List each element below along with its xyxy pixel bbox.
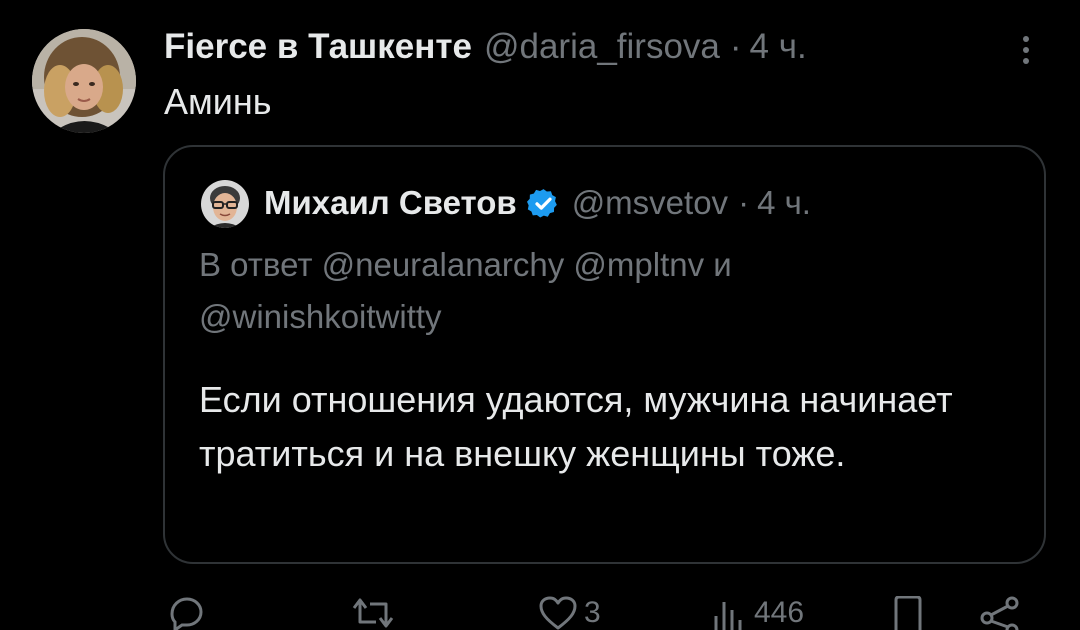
author-handle[interactable]: @daria_firsova xyxy=(484,27,720,67)
tweet-header: Fierce в Ташкенте @daria_firsova · 4 ч. xyxy=(164,24,807,70)
views-button[interactable]: 446 xyxy=(712,596,804,630)
bookmark-icon xyxy=(890,596,926,630)
bookmark-button[interactable] xyxy=(890,596,926,630)
quote-author-name[interactable]: Михаил Светов xyxy=(264,184,517,222)
view-count: 446 xyxy=(754,596,805,629)
tweet-text: Аминь xyxy=(164,81,272,122)
like-button[interactable]: 3 xyxy=(538,596,601,630)
retweet-icon xyxy=(350,596,396,630)
tweet-timestamp[interactable]: 4 ч. xyxy=(750,27,807,67)
quoted-tweet-card[interactable]: Михаил Светов @msvetov · 4 ч. В ответ @n… xyxy=(163,145,1046,564)
share-icon xyxy=(978,596,1022,630)
separator-dot: · xyxy=(738,184,750,221)
more-icon[interactable] xyxy=(1010,30,1042,70)
like-icon xyxy=(538,596,578,630)
share-button[interactable] xyxy=(978,596,1022,630)
like-count: 3 xyxy=(584,596,601,629)
action-bar: 3 446 xyxy=(0,596,1080,630)
reply-icon xyxy=(166,596,206,630)
quote-timestamp[interactable]: 4 ч. xyxy=(757,184,811,222)
quote-author-avatar[interactable] xyxy=(201,180,249,228)
reply-button[interactable] xyxy=(166,596,212,630)
reply-to-line: В ответ @neuralanarchy @mpltnv и @winish… xyxy=(199,246,732,335)
retweet-button[interactable] xyxy=(350,596,402,630)
quote-author-handle[interactable]: @msvetov xyxy=(572,184,728,222)
author-name[interactable]: Fierce в Ташкенте xyxy=(164,27,472,67)
author-avatar[interactable] xyxy=(32,29,136,133)
separator-dot: · xyxy=(729,27,742,66)
quote-header: Михаил Светов @msvetov · 4 ч. xyxy=(264,181,811,225)
verified-badge-icon xyxy=(526,187,560,220)
views-icon xyxy=(712,596,748,630)
quote-text: Если отношения удаются, мужчина начинает… xyxy=(199,379,953,474)
